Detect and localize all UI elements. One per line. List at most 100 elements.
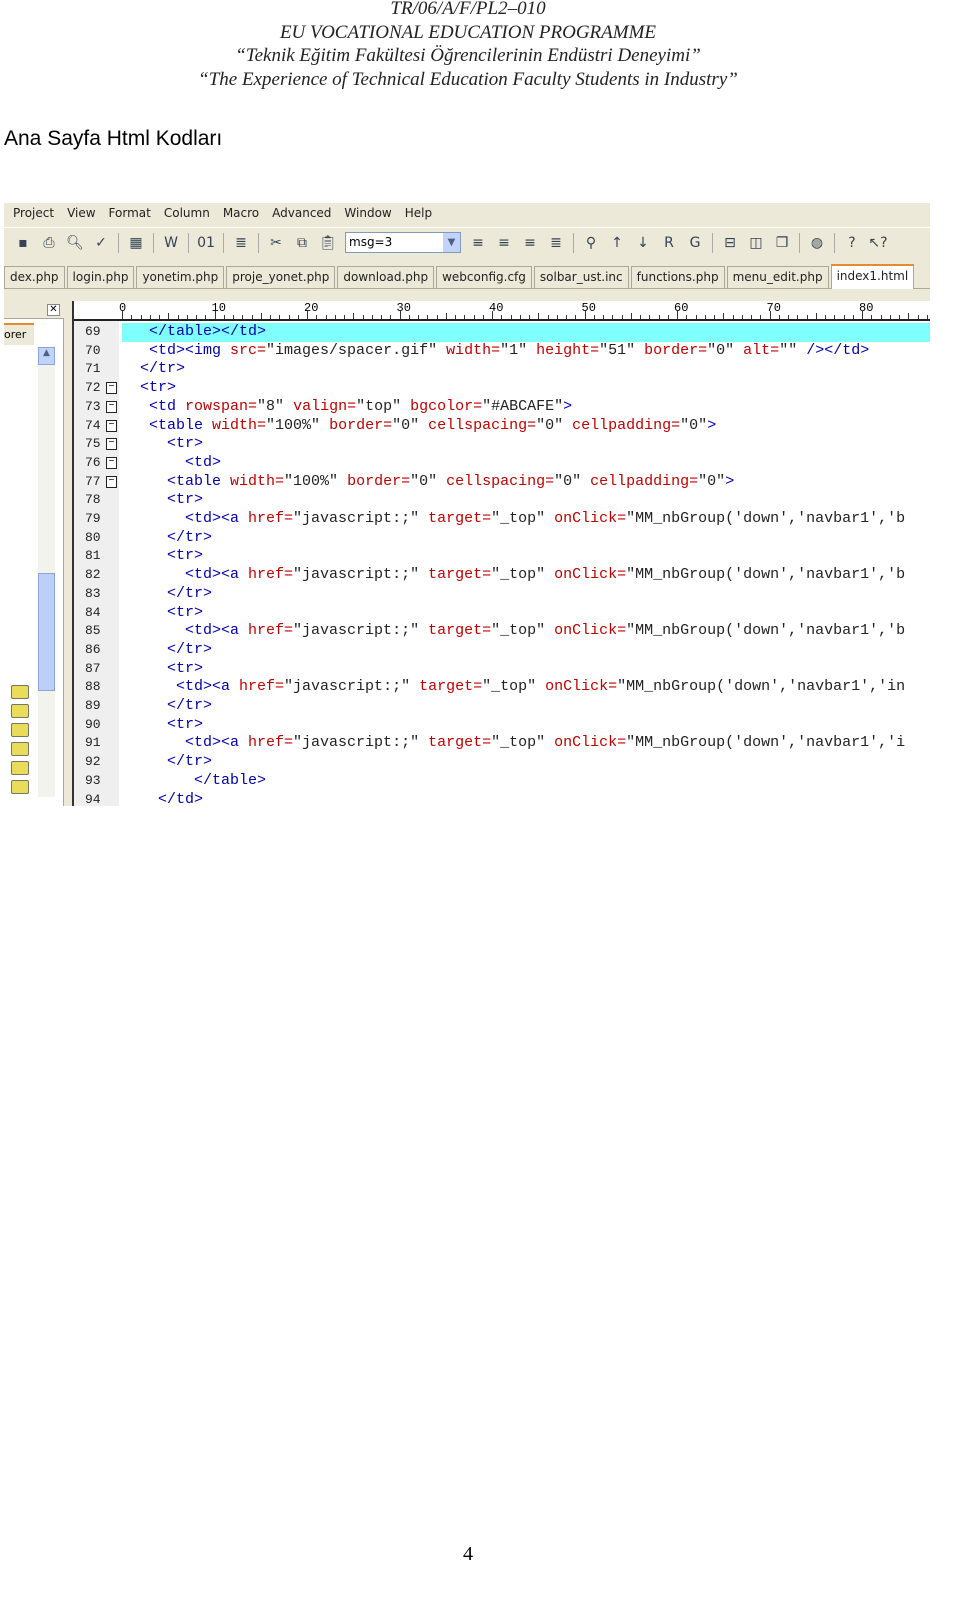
code-text[interactable]: <table width="100%" border="0" cellspaci… <box>122 473 734 492</box>
goto-icon[interactable]: G <box>684 233 706 253</box>
code-line[interactable]: 79 <td><a href="javascript:;" target="_t… <box>74 510 930 529</box>
code-text[interactable]: </tr> <box>122 360 185 379</box>
code-line[interactable]: 69 </table></td> <box>74 323 930 342</box>
replace-icon[interactable]: R <box>658 233 680 253</box>
code-text[interactable]: </table></td> <box>122 323 930 342</box>
word-wrap-icon[interactable]: W <box>160 233 182 253</box>
code-line[interactable]: 90 <tr> <box>74 716 930 735</box>
tab-webconfig-cfg[interactable]: webconfig.cfg <box>436 266 532 288</box>
code-line[interactable]: 73− <td rowspan="8" valign="top" bgcolor… <box>74 398 930 417</box>
menu-project[interactable]: Project <box>13 206 54 220</box>
scrollbar[interactable]: ▲ <box>38 347 55 797</box>
find-icon[interactable]: ⚲ <box>580 233 602 253</box>
folder-icon[interactable] <box>11 742 29 756</box>
format-icon[interactable]: ≣ <box>230 233 252 253</box>
code-line[interactable]: 91 <td><a href="javascript:;" target="_t… <box>74 734 930 753</box>
code-line[interactable]: 82 <td><a href="javascript:;" target="_t… <box>74 566 930 585</box>
code-text[interactable]: <td><a href="javascript:;" target="_top"… <box>122 622 905 641</box>
code-text[interactable]: <tr> <box>122 716 203 735</box>
find-next-icon[interactable]: ↓ <box>632 233 654 253</box>
code-text[interactable]: <td><a href="javascript:;" target="_top"… <box>122 566 905 585</box>
code-text[interactable]: <tr> <box>122 547 203 566</box>
ftp-icon[interactable]: ◍ <box>806 233 828 253</box>
justify-icon[interactable]: ≣ <box>545 233 567 253</box>
fold-toggle-icon[interactable]: − <box>106 400 117 413</box>
code-line[interactable]: 83 </tr> <box>74 585 930 604</box>
code-line[interactable]: 74− <table width="100%" border="0" cells… <box>74 417 930 436</box>
cut-icon[interactable]: ✂ <box>265 233 287 253</box>
code-line[interactable]: 86 </tr> <box>74 641 930 660</box>
code-text[interactable]: <tr> <box>122 491 203 510</box>
code-line[interactable]: 75− <tr> <box>74 435 930 454</box>
horizontal-split-icon[interactable]: ⊟ <box>719 233 741 253</box>
fold-toggle-icon[interactable]: − <box>106 438 117 451</box>
context-help-icon[interactable]: ↖? <box>867 233 889 253</box>
menu-format[interactable]: Format <box>109 206 151 220</box>
code-line[interactable]: 85 <td><a href="javascript:;" target="_t… <box>74 622 930 641</box>
chevron-down-icon[interactable]: ▼ <box>443 233 460 252</box>
tab-dex-php[interactable]: dex.php <box>4 266 65 288</box>
menu-help[interactable]: Help <box>405 206 432 220</box>
tab-index1-html[interactable]: index1.html <box>830 264 915 289</box>
paste-icon[interactable]: 📋︎ <box>317 233 339 253</box>
scroll-up-icon[interactable]: ▲ <box>38 347 55 365</box>
code-text[interactable]: <tr> <box>122 379 176 398</box>
code-line[interactable]: 72− <tr> <box>74 379 930 398</box>
code-text[interactable]: <table width="100%" border="0" cellspaci… <box>122 417 716 436</box>
fold-toggle-icon[interactable]: − <box>106 382 117 395</box>
search-combo-value[interactable]: msg=3 <box>349 235 392 249</box>
code-text[interactable]: <td rowspan="8" valign="top" bgcolor="#A… <box>122 398 572 417</box>
fold-toggle-icon[interactable]: − <box>106 475 117 488</box>
code-text[interactable]: <tr> <box>122 435 203 454</box>
folder-icon[interactable] <box>11 761 29 775</box>
save-icon[interactable]: ▪ <box>12 233 34 253</box>
tab-solbar-ust-inc[interactable]: solbar_ust.inc <box>533 266 629 288</box>
print-icon[interactable]: ⎙ <box>38 233 60 253</box>
code-text[interactable]: <tr> <box>122 660 203 679</box>
menu-window[interactable]: Window <box>344 206 391 220</box>
copy-icon[interactable]: ⧉ <box>291 233 313 253</box>
tab-functions-php[interactable]: functions.php <box>630 266 725 288</box>
code-line[interactable]: 93 </table> <box>74 772 930 791</box>
folder-icon[interactable] <box>11 723 29 737</box>
code-line[interactable]: 81 <tr> <box>74 547 930 566</box>
code-text[interactable]: <td><a href="javascript:;" target="_top"… <box>122 678 905 697</box>
code-text[interactable]: <td><a href="javascript:;" target="_top"… <box>122 510 905 529</box>
fold-toggle-icon[interactable]: − <box>106 419 117 432</box>
code-editor[interactable]: 0 10 20 30 40 50 60 70 80 69 </table></td> 70 <td… <box>72 301 930 806</box>
align-left-icon[interactable]: ≡ <box>467 233 489 253</box>
menu-view[interactable]: View <box>67 206 95 220</box>
tab-proje-yonet-php[interactable]: proje_yonet.php <box>226 266 336 288</box>
code-line[interactable]: 77− <table width="100%" border="0" cells… <box>74 473 930 492</box>
vertical-split-icon[interactable]: ◫ <box>745 233 767 253</box>
close-icon[interactable]: ✕ <box>47 304 60 316</box>
code-text[interactable]: </tr> <box>122 697 212 716</box>
code-line[interactable]: 78 <tr> <box>74 491 930 510</box>
code-text[interactable]: </td> <box>122 791 203 807</box>
binary-icon[interactable]: 01 <box>195 233 217 253</box>
spell-check-icon[interactable]: ✓ <box>90 233 112 253</box>
code-line[interactable]: 80 </tr> <box>74 529 930 548</box>
scrollbar-thumb[interactable] <box>38 573 55 691</box>
find-prev-icon[interactable]: ↑ <box>606 233 628 253</box>
code-text[interactable]: </tr> <box>122 753 212 772</box>
code-text[interactable]: </table> <box>122 772 266 791</box>
code-text[interactable]: <td> <box>122 454 221 473</box>
search-combo[interactable]: msg=3 ▼ <box>345 232 461 253</box>
tab-yonetim-php[interactable]: yonetim.php <box>136 266 225 288</box>
code-line[interactable]: 92 </tr> <box>74 753 930 772</box>
fold-toggle-icon[interactable]: − <box>106 456 117 469</box>
explorer-tab[interactable]: orer <box>4 323 34 345</box>
tab-menu-edit-php[interactable]: menu_edit.php <box>726 266 829 288</box>
folder-icon[interactable] <box>11 780 29 794</box>
code-text[interactable]: <td><a href="javascript:;" target="_top"… <box>122 734 905 753</box>
tab-login-php[interactable]: login.php <box>66 266 135 288</box>
hex-icon[interactable]: ▦ <box>125 233 147 253</box>
folder-icon[interactable] <box>11 704 29 718</box>
cascade-icon[interactable]: ❐ <box>771 233 793 253</box>
code-line[interactable]: 76− <td> <box>74 454 930 473</box>
code-line[interactable]: 70 <td><img src="images/spacer.gif" widt… <box>74 342 930 361</box>
code-line[interactable]: 88 <td><a href="javascript:;" target="_t… <box>74 678 930 697</box>
help-icon[interactable]: ? <box>841 233 863 253</box>
code-line[interactable]: 87 <tr> <box>74 660 930 679</box>
